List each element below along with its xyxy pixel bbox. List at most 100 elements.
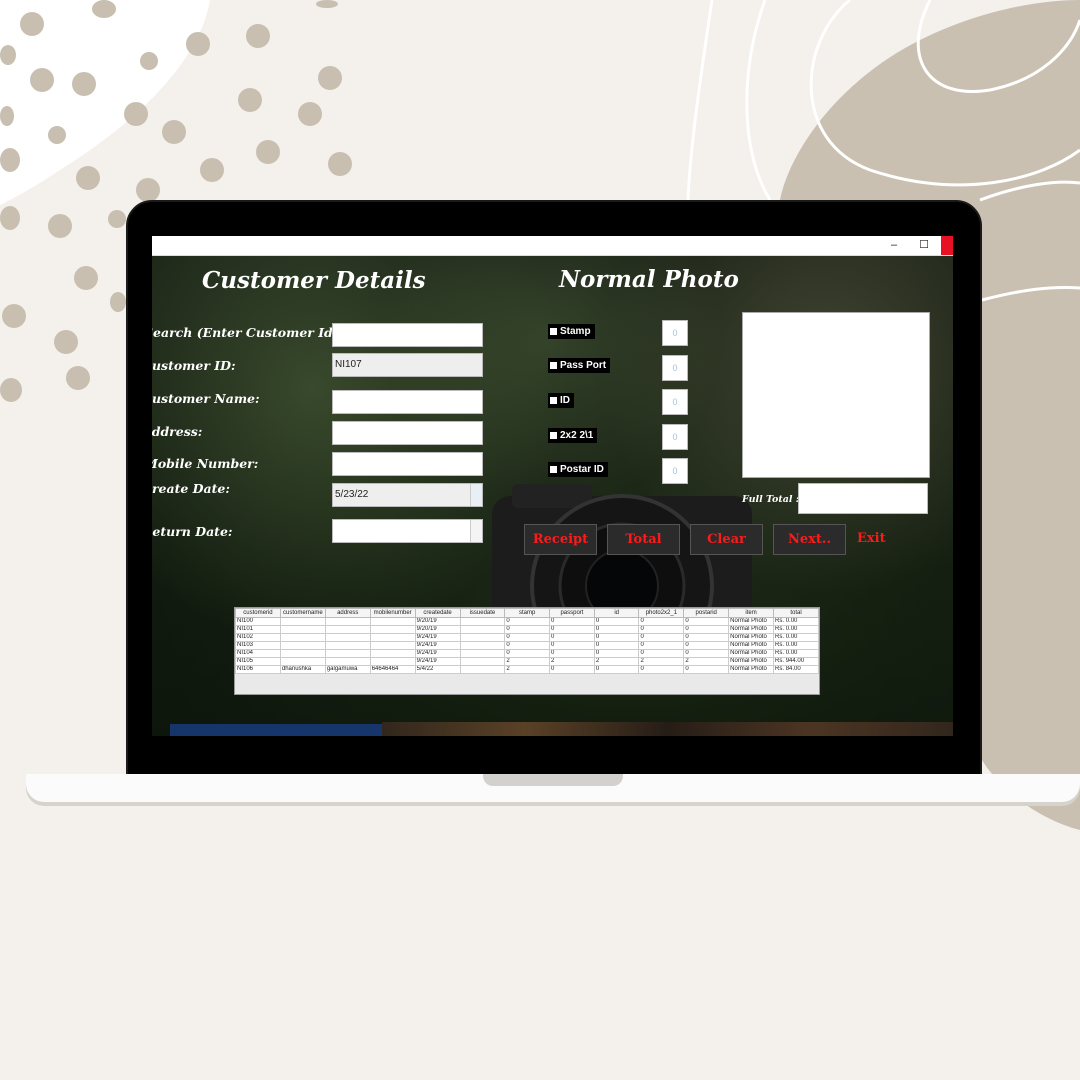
table-row[interactable]: NI103 9/24/19 0 0 0 0 0 Normal Photo Rs. 0.00 (235, 641, 819, 650)
table-row[interactable]: NI106 dhanushka galgamuwa 64646464 5/4/22 2 0 0… (235, 665, 819, 674)
close-button[interactable] (941, 236, 953, 255)
customer-details-heading: Customer Details (202, 267, 426, 294)
table-cell: 0 (593, 633, 640, 642)
mobile-number-input[interactable] (332, 452, 483, 476)
taskbar-item[interactable] (170, 724, 382, 736)
table-cell: NI105 (235, 657, 281, 666)
checkbox-icon (550, 432, 557, 439)
photo-preview-box (742, 312, 930, 478)
postar-id-checkbox[interactable]: Postar ID (548, 462, 608, 477)
table-cell: 0 (504, 633, 551, 642)
column-header[interactable]: id (593, 608, 640, 618)
search-input[interactable] (332, 323, 483, 347)
table-cell: Rs. 0.00 (773, 641, 819, 650)
return-date-label: Return Date: (152, 524, 233, 539)
normal-photo-heading: Normal Photo (559, 266, 739, 293)
column-header[interactable]: photo2x2_1 (638, 608, 685, 618)
table-header-row: customerid customername address mobilenumbe… (235, 608, 819, 618)
table-cell: 0 (504, 641, 551, 650)
address-label: Address: (152, 424, 203, 439)
table-cell (369, 657, 416, 666)
table-cell: 0 (683, 649, 730, 658)
laptop-notch (483, 774, 623, 786)
column-header[interactable]: createdate (414, 608, 461, 618)
table-cell: 2 (593, 657, 640, 666)
id-qty-field[interactable]: 0 (662, 389, 688, 415)
calendar-icon[interactable] (470, 484, 482, 506)
table-cell: 0 (638, 625, 685, 634)
table-cell: 0 (593, 641, 640, 650)
table-cell: 0 (504, 649, 551, 658)
table-row[interactable]: NI100 9/20/19 0 0 0 0 0 Normal Photo Rs. 0.00 (235, 617, 819, 626)
create-date-field[interactable]: 5/23/22 (332, 483, 483, 507)
create-date-label: Create Date: (152, 481, 230, 496)
exit-button[interactable]: Exit (857, 531, 886, 546)
column-header[interactable]: postarid (683, 608, 730, 618)
stamp-checkbox[interactable]: Stamp (548, 324, 595, 339)
table-cell (279, 625, 326, 634)
table-cell: 0 (638, 665, 685, 674)
table-cell: 2 (638, 657, 685, 666)
checkbox-icon (550, 362, 557, 369)
maximize-button[interactable]: ☐ (909, 236, 939, 255)
table-row[interactable]: NI102 9/24/19 0 0 0 0 0 Normal Photo Rs. 0.00 (235, 633, 819, 642)
id-checkbox[interactable]: ID (548, 393, 574, 408)
table-cell (459, 617, 506, 626)
table-cell: 0 (593, 665, 640, 674)
2x2-checkbox[interactable]: 2x2 2\1 (548, 428, 598, 443)
return-date-field[interactable] (332, 519, 483, 543)
stamp-qty-field[interactable]: 0 (662, 320, 688, 346)
calendar-icon[interactable] (470, 520, 482, 542)
column-header[interactable]: total (773, 608, 819, 618)
column-header[interactable]: customername (279, 608, 326, 618)
table-row[interactable]: NI101 9/20/19 0 0 0 0 0 Normal Photo Rs. 0.00 (235, 625, 819, 634)
column-header[interactable]: passport (549, 608, 595, 618)
table-row[interactable]: NI104 9/24/19 0 0 0 0 0 Normal Photo Rs. 0.00 (235, 649, 819, 658)
minimize-button[interactable]: – (879, 236, 909, 255)
checkbox-icon (550, 466, 557, 473)
table-cell: 0 (683, 633, 730, 642)
postar-id-qty-field[interactable]: 0 (662, 458, 688, 484)
table-cell: Normal Photo (728, 617, 775, 626)
table-cell: 0 (683, 617, 730, 626)
table-cell: NI103 (235, 641, 281, 650)
table-cell (369, 649, 416, 658)
column-header[interactable]: customerid (235, 608, 281, 618)
table-row[interactable]: NI105 9/24/19 2 2 2 2 2 Normal Photo Rs. 944.00 (235, 657, 819, 666)
records-table[interactable]: customerid customername address mobilenumbe… (234, 607, 820, 695)
column-header[interactable]: mobilenumber (369, 608, 416, 618)
table-cell (459, 641, 506, 650)
taskbar-background (382, 722, 953, 736)
customer-name-input[interactable] (332, 390, 483, 414)
table-cell: 0 (504, 617, 551, 626)
table-cell (324, 625, 371, 634)
column-header[interactable]: issuedate (459, 608, 506, 618)
table-cell: 0 (549, 617, 595, 626)
table-cell: 9/20/19 (414, 617, 461, 626)
table-body: NI100 9/20/19 0 0 0 0 0 Normal Photo Rs. 0.00 NI1… (235, 617, 819, 674)
next-button[interactable]: Next.. (773, 524, 846, 555)
2x2-qty-field[interactable]: 0 (662, 424, 688, 450)
passport-qty-field[interactable]: 0 (662, 355, 688, 381)
column-header[interactable]: item (728, 608, 775, 618)
customer-id-field[interactable]: NI107 (332, 353, 483, 377)
passport-checkbox[interactable]: Pass Port (548, 358, 611, 373)
receipt-button[interactable]: Receipt (524, 524, 597, 555)
full-total-label: Full Total : (742, 494, 800, 505)
full-total-field[interactable] (798, 483, 928, 514)
table-cell: Rs. 0.00 (773, 649, 819, 658)
table-cell: 2 (504, 665, 551, 674)
total-button[interactable]: Total (607, 524, 680, 555)
table-cell (324, 649, 371, 658)
table-cell: dhanushka (279, 665, 326, 674)
table-cell: 0 (504, 625, 551, 634)
table-cell: 9/24/19 (414, 633, 461, 642)
column-header[interactable]: address (324, 608, 371, 618)
clear-button[interactable]: Clear (690, 524, 763, 555)
table-cell: Normal Photo (728, 625, 775, 634)
checkbox-icon (550, 328, 557, 335)
table-cell: 0 (683, 625, 730, 634)
table-cell: Rs. 0.00 (773, 617, 819, 626)
column-header[interactable]: stamp (504, 608, 551, 618)
address-input[interactable] (332, 421, 483, 445)
